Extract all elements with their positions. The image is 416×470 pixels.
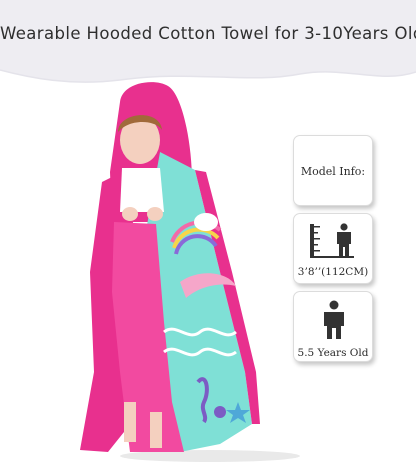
model-age-value: 5.5 Years Old: [297, 347, 369, 359]
product-photo: [60, 72, 300, 465]
model-info-label: Model Info:: [300, 165, 366, 178]
model-info-card: Model Info:: [293, 135, 373, 206]
person-icon: [337, 223, 351, 258]
model-height-card: 3’8’’(112CM): [293, 213, 373, 284]
person-standing-icon: [324, 300, 344, 339]
model-age-card: 5.5 Years Old: [293, 291, 373, 362]
page-title: Wearable Hooded Cotton Towel for 3-10Yea…: [0, 24, 416, 43]
model-height-value: 3’8’’(112CM): [297, 266, 369, 278]
